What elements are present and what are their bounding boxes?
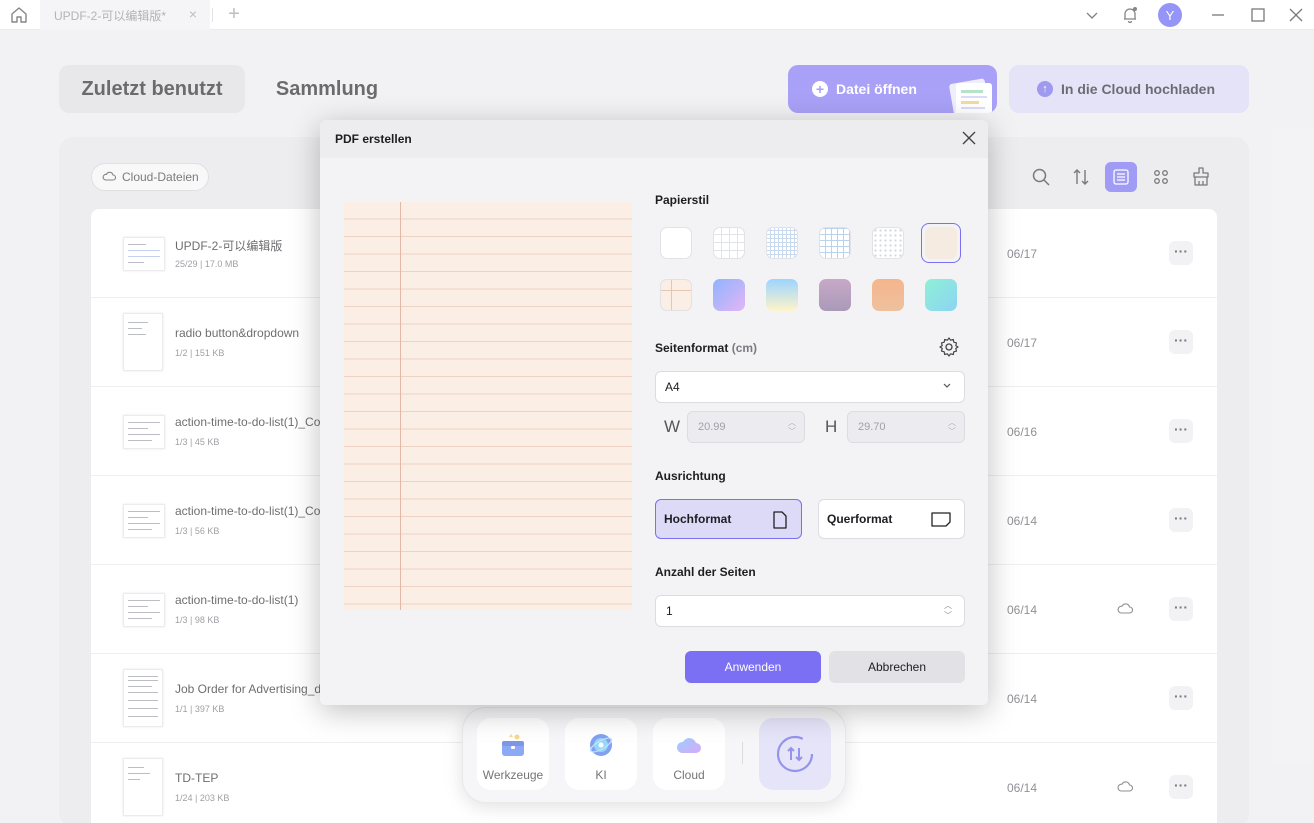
paper-margin-line <box>400 202 401 610</box>
page-count-label: Anzahl der Seiten <box>655 565 756 579</box>
landscape-label: Querformat <box>827 512 893 526</box>
create-pdf-dialog: PDF erstellen Papierstil Seitenformat (c… <box>320 120 988 705</box>
height-value: 29.70 <box>858 421 886 433</box>
width-value: 20.99 <box>698 421 726 433</box>
portrait-label: Hochformat <box>664 512 732 526</box>
portrait-page-icon <box>773 511 787 529</box>
paper-style-gradient-mint[interactable] <box>925 279 957 311</box>
width-spinner-icon[interactable]: ︿ ﹀ <box>788 418 796 436</box>
width-input[interactable]: 20.99 ︿ ﹀ <box>687 411 805 443</box>
page-format-value: A4 <box>665 380 680 394</box>
paper-style-lined-cream <box>925 227 957 259</box>
page-count-spinner-icon[interactable]: ︿ ﹀ <box>944 601 952 621</box>
close-icon[interactable] <box>960 129 978 147</box>
paper-style-grid-small[interactable] <box>766 227 798 259</box>
paper-style-selected-frame[interactable] <box>921 223 961 263</box>
width-label: W <box>664 417 681 436</box>
page-count-value: 1 <box>666 604 673 618</box>
landscape-option[interactable]: Querformat <box>818 499 965 539</box>
paper-style-label: Papierstil <box>655 193 710 207</box>
dialog-header: PDF erstellen <box>320 120 988 158</box>
paper-style-cornell[interactable] <box>660 279 692 311</box>
page-format-label-text: Seitenformat <box>655 341 729 355</box>
page-format-select[interactable]: A4 <box>655 371 965 403</box>
paper-style-gradient-mauve[interactable] <box>819 279 851 311</box>
apply-button[interactable]: Anwenden <box>685 651 821 683</box>
height-input[interactable]: 29.70 ︿ ﹀ <box>847 411 965 443</box>
paper-style-gradient-peach[interactable] <box>872 279 904 311</box>
orientation-label: Ausrichtung <box>655 469 726 483</box>
paper-style-gradient-sky[interactable] <box>766 279 798 311</box>
page-format-label: Seitenformat (cm) <box>655 341 757 355</box>
page-count-input[interactable]: 1 ︿ ﹀ <box>655 595 965 627</box>
chevron-down-icon <box>943 383 951 388</box>
paper-style-grid-large[interactable] <box>713 227 745 259</box>
page-format-unit: (cm) <box>731 341 758 355</box>
paper-style-gradient-lavender[interactable] <box>713 279 745 311</box>
paper-preview <box>344 202 632 610</box>
portrait-option[interactable]: Hochformat <box>655 499 802 539</box>
cancel-button[interactable]: Abbrechen <box>829 651 965 683</box>
paper-style-dotted[interactable] <box>872 227 904 259</box>
paper-style-blank[interactable] <box>660 227 692 259</box>
gear-icon[interactable] <box>938 336 960 358</box>
height-label: H <box>825 417 838 436</box>
landscape-page-icon <box>931 512 951 527</box>
height-spinner-icon[interactable]: ︿ ﹀ <box>948 418 956 436</box>
paper-style-grid-medium[interactable] <box>819 227 851 259</box>
dialog-title: PDF erstellen <box>335 132 412 146</box>
dialog-body: Papierstil Seitenformat (cm) A4 W 20.99 … <box>320 158 988 705</box>
